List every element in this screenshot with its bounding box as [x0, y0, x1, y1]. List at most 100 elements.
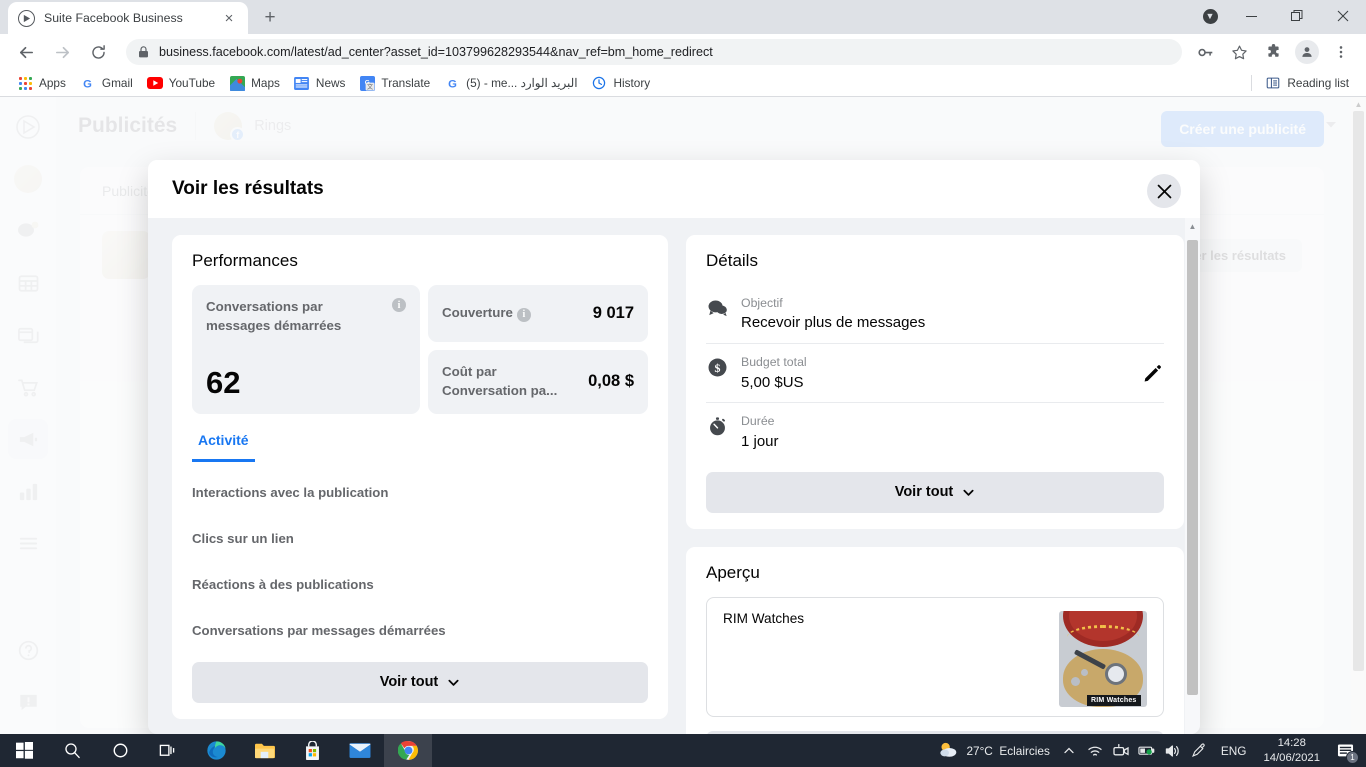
address-bar-url: business.facebook.com/latest/ad_center?a… — [159, 45, 713, 59]
weather-widget[interactable]: 27°C Eclaircies — [936, 740, 1055, 762]
metric-label: Couverture i — [442, 304, 593, 323]
battery-icon[interactable] — [1134, 734, 1160, 767]
list-item[interactable]: Réactions à des publications — [192, 560, 648, 606]
tab-close-icon[interactable]: × — [220, 9, 238, 27]
download-icon[interactable]: ▼ — [1192, 0, 1228, 32]
svg-text:文: 文 — [367, 83, 373, 91]
chevron-up-icon[interactable] — [1056, 734, 1082, 767]
edge-icon[interactable] — [192, 734, 240, 767]
metric-card-cost[interactable]: Coût par Conversation pa... 0,08 $ — [428, 350, 648, 414]
modal-scrollbar[interactable]: ▲ — [1185, 218, 1200, 734]
results-modal: Voir les résultats Performances Conversa… — [148, 160, 1200, 734]
modal-title: Voir les résultats — [172, 178, 324, 199]
volume-icon[interactable] — [1160, 734, 1186, 767]
bookmarks-bar: Apps G Gmail YouTube Maps News 文 Transla… — [0, 70, 1366, 97]
bookmark-youtube[interactable]: YouTube — [140, 72, 222, 94]
info-icon[interactable]: i — [516, 308, 531, 323]
reload-button[interactable] — [84, 38, 112, 66]
news-icon — [294, 75, 310, 91]
bookmark-label: History — [613, 76, 651, 90]
windows-taskbar: 27°C Eclaircies ENG 14:28 14/06/2021 1 — [0, 734, 1366, 767]
more-menu-icon[interactable] — [1328, 39, 1354, 65]
dollar-coin-icon: $ — [706, 356, 728, 378]
file-explorer-icon[interactable] — [240, 734, 288, 767]
bookmark-history[interactable]: History — [584, 72, 657, 94]
list-item[interactable]: Conversations par messages démarrées — [192, 606, 648, 652]
metric-value: 0,08 $ — [588, 372, 634, 391]
ad-preview[interactable]: RIM Watches RIM Watches — [706, 596, 1164, 717]
pencil-edit-icon[interactable] — [1140, 361, 1164, 385]
apps-grid-icon — [17, 75, 33, 91]
key-icon[interactable] — [1192, 39, 1218, 65]
cortana-icon[interactable] — [96, 734, 144, 767]
detail-row-duration: Durée 1 jour — [706, 402, 1164, 461]
detail-row-objective: Objectif Recevoir plus de messages — [706, 285, 1164, 343]
preview-panel: Aperçu RIM Watches RIM Watches Voir la p… — [686, 546, 1184, 734]
ad-preview-thumbnail: RIM Watches — [1059, 610, 1147, 707]
info-icon[interactable]: i — [392, 298, 406, 312]
history-icon — [591, 75, 607, 91]
wifi-icon[interactable] — [1082, 734, 1108, 767]
scroll-up-arrow-icon[interactable]: ▲ — [1185, 220, 1200, 233]
browser-tab[interactable]: Suite Facebook Business × — [8, 2, 248, 34]
stopwatch-icon — [706, 415, 728, 437]
close-window-button[interactable] — [1320, 0, 1366, 32]
microsoft-store-icon[interactable] — [288, 734, 336, 767]
thumbnail-brand-label: RIM Watches — [1087, 694, 1141, 706]
profile-icon[interactable] — [1295, 40, 1319, 64]
screen: Suite Facebook Business × + ▼ business.f… — [0, 0, 1366, 767]
bookmark-label: YouTube — [168, 76, 216, 90]
bookmark-label: Translate — [381, 76, 431, 90]
language-indicator[interactable]: ENG — [1212, 744, 1256, 758]
maximize-button[interactable] — [1274, 0, 1320, 32]
start-windows-icon[interactable] — [0, 734, 48, 767]
tab-activite[interactable]: Activité — [192, 432, 255, 462]
new-tab-button[interactable]: + — [256, 4, 284, 32]
bookmark-maps[interactable]: Maps — [222, 72, 287, 94]
see-all-label: Voir tout — [379, 674, 439, 691]
performances-see-all-button[interactable]: Voir tout — [192, 661, 648, 703]
details-see-all-button[interactable]: Voir tout — [706, 471, 1164, 513]
bookmarks-divider — [1251, 75, 1253, 91]
detail-text: Durée 1 jour — [741, 412, 1164, 452]
performances-title: Performances — [192, 251, 298, 270]
minimize-button[interactable] — [1228, 0, 1274, 32]
bookmark-inbox-arabic[interactable]: G (5) - me... البريد الوارد — [437, 72, 584, 94]
bookmark-gmail[interactable]: G Gmail — [73, 72, 140, 94]
star-icon[interactable] — [1226, 39, 1252, 65]
bookmark-translate[interactable]: G 文 Translate — [352, 72, 437, 94]
window-controls: ▼ — [1192, 0, 1366, 32]
detail-value: 5,00 $US — [741, 373, 804, 391]
camera-icon[interactable] — [1108, 734, 1134, 767]
metric-label: Coût par Conversation pa... — [442, 364, 558, 398]
details-panel: Détails Objectif Recevoir plus de messag… — [686, 235, 1184, 529]
extensions-icon[interactable] — [1260, 39, 1286, 65]
modal-scrollbar-thumb[interactable] — [1187, 240, 1198, 695]
list-item[interactable]: Clics sur un lien — [192, 514, 648, 560]
list-item[interactable]: Interactions avec la publication — [192, 468, 648, 514]
bookmark-apps[interactable]: Apps — [10, 72, 73, 94]
address-bar[interactable]: business.facebook.com/latest/ad_center?a… — [126, 39, 1182, 65]
bookmark-news[interactable]: News — [287, 72, 353, 94]
reading-list-label: Reading list — [1287, 76, 1349, 90]
back-button[interactable] — [12, 38, 40, 66]
mail-icon[interactable] — [336, 734, 384, 767]
reading-list-button[interactable]: Reading list — [1258, 72, 1356, 94]
chrome-icon[interactable] — [384, 734, 432, 767]
pen-icon[interactable] — [1186, 734, 1212, 767]
activity-list: Interactions avec la publication Clics s… — [192, 468, 648, 652]
close-icon[interactable] — [1147, 174, 1181, 208]
search-icon[interactable] — [48, 734, 96, 767]
activity-tabs: Activité — [192, 432, 648, 462]
details-column: Détails Objectif Recevoir plus de messag… — [686, 235, 1184, 734]
action-center-icon[interactable]: 1 — [1328, 734, 1362, 767]
browser-tab-strip: Suite Facebook Business × + ▼ — [0, 0, 1366, 34]
lock-icon — [138, 46, 149, 58]
details-title: Détails — [706, 251, 758, 270]
preview-title: Aperçu — [706, 562, 760, 582]
clock[interactable]: 14:28 14/06/2021 — [1255, 736, 1328, 765]
metric-card-reach[interactable]: Couverture i 9 017 — [428, 285, 648, 342]
metric-card-conversations[interactable]: Conversations par messages démarrées i 6… — [192, 285, 420, 414]
task-view-icon[interactable] — [144, 734, 192, 767]
translate-icon: G 文 — [359, 75, 375, 91]
